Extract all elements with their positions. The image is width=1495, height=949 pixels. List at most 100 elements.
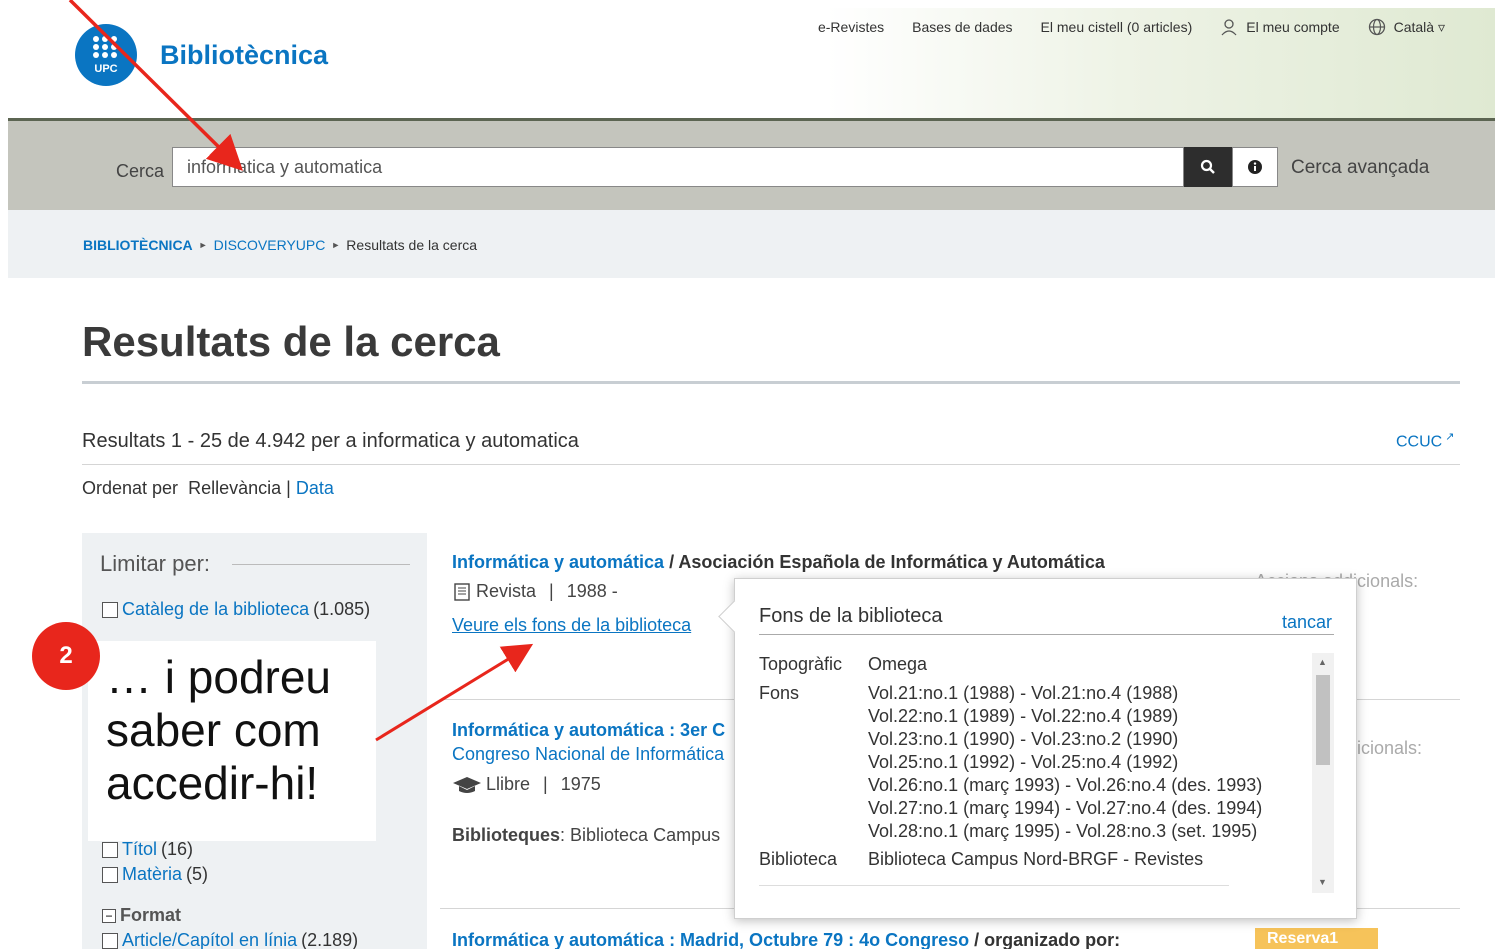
facet-count: (16) [161, 839, 194, 859]
breadcrumb-discovery[interactable]: DISCOVERYUPC [214, 237, 326, 253]
facet-checkbox[interactable] [102, 932, 118, 949]
holdings-value: Omega [868, 654, 928, 674]
nav-compte[interactable]: El meu compte [1220, 18, 1340, 36]
result-separator: | [549, 581, 554, 601]
result-title-3: Informática y automática : Madrid, Octub… [452, 930, 1120, 949]
upc-logo[interactable]: UPC [75, 24, 137, 86]
sort-relevance: Rellevància [188, 478, 282, 498]
ccuc-label: CCUC [1396, 433, 1443, 451]
language-label: Català ▿ [1393, 18, 1445, 35]
breadcrumb: BIBLIOTÈCNICA ► DISCOVERYUPC ► Resultats… [83, 237, 477, 253]
result-year: 1988 - [566, 581, 618, 601]
facet-label[interactable]: Títol [122, 839, 157, 860]
result-author: / Asociación Española de Informática y A… [664, 552, 1105, 572]
reserve-button[interactable]: Reserva1 [1255, 928, 1378, 949]
collapse-icon[interactable]: − [102, 908, 116, 923]
additional-actions-2: icionals: [1357, 738, 1423, 758]
result-title-link[interactable]: Informática y automática : Madrid, Octub… [452, 930, 969, 949]
popup-title: Fons de la biblioteca [759, 605, 943, 627]
info-button[interactable] [1232, 147, 1278, 187]
holdings-value: Biblioteca Campus Nord-BRGF - Revistes [868, 849, 1204, 869]
popup-close-link[interactable]: tancar [1282, 612, 1332, 633]
facet-label[interactable]: Matèria [122, 864, 182, 885]
search-label: Cerca [116, 161, 165, 181]
result-title-link[interactable]: Informática y automática : 3er C [452, 720, 725, 740]
holdings-label: Fons [759, 683, 800, 703]
scroll-down-icon[interactable]: ▼ [1318, 877, 1327, 887]
site-title[interactable]: Bibliotècnica [160, 40, 328, 71]
facet-group-format[interactable]: − Format [102, 905, 181, 926]
search-input[interactable] [172, 147, 1184, 187]
search-band: Cerca Cerca avançada [8, 118, 1495, 210]
page-title: Resultats de la cerca [82, 318, 500, 365]
top-navigation: e-Revistes Bases de dades El meu cistell… [818, 18, 1445, 36]
result-title-2: Informática y automática : 3er C [452, 720, 725, 741]
holdings-volume: Vol.21:no.1 (1988) - Vol.21:no.4 (1988) [868, 683, 1179, 703]
facet-checkbox[interactable] [102, 841, 118, 858]
facets-heading-rule [232, 564, 410, 565]
holdings-volume: Vol.23:no.1 (1990) - Vol.23:no.2 (1990) [868, 729, 1179, 749]
nav-bases-dades[interactable]: Bases de dades [912, 18, 1012, 36]
sort-separator: | [286, 478, 291, 498]
holdings-link[interactable]: Veure els fons de la biblioteca [452, 615, 691, 636]
breadcrumb-separator-icon: ► [198, 240, 208, 250]
summary-divider [82, 464, 1460, 465]
popup-scrollbar[interactable]: ▲ ▼ [1312, 653, 1334, 893]
facet-checkbox[interactable] [102, 866, 118, 883]
journal-icon [454, 582, 470, 601]
facet-materia[interactable]: Matèria (5) [102, 864, 208, 885]
facet-article[interactable]: Article/Capítol en línia (2.189) [102, 930, 358, 949]
graduation-cap-icon [453, 776, 481, 793]
sort-date-link[interactable]: Data [296, 478, 334, 498]
search-button[interactable] [1184, 147, 1232, 187]
holdings-row-fons: Fons Vol.21:no.1 (1988) - Vol.21:no.4 (1… [759, 682, 1312, 843]
sort-label: Ordenat per [82, 478, 179, 498]
scroll-up-icon[interactable]: ▲ [1318, 657, 1327, 667]
logo-text: UPC [94, 63, 118, 75]
title-divider [82, 381, 1460, 384]
nav-cistell[interactable]: El meu cistell (0 articles) [1041, 18, 1193, 36]
holdings-popup: Fons de la biblioteca tancar Topogràfic … [734, 578, 1357, 919]
result-title-link[interactable]: Informática y automática [452, 552, 664, 572]
search-icon [1200, 159, 1215, 174]
holdings-volume: Vol.28:no.1 (març 1995) - Vol.28:no.3 (s… [868, 821, 1258, 841]
facet-count: (1.085) [313, 599, 371, 619]
sort-line: Ordenat per Rellevància | Data [82, 478, 334, 499]
breadcrumb-home[interactable]: BIBLIOTÈCNICA [83, 237, 193, 253]
holdings-volume: Vol.22:no.1 (1989) - Vol.22:no.4 (1989) [868, 706, 1179, 726]
facet-checkbox[interactable] [102, 601, 118, 618]
facets-heading: Limitar per: [100, 551, 211, 576]
scrollbar-thumb[interactable] [1316, 675, 1330, 765]
holdings-values: Vol.21:no.1 (1988) - Vol.21:no.4 (1988) … [868, 682, 1312, 843]
facet-group-label: Format [120, 905, 182, 925]
nav-erevistes-label: e-Revistes [817, 19, 885, 35]
ccuc-link[interactable]: CCUC ↗ [1396, 430, 1455, 451]
language-selector[interactable]: Català ▿ [1368, 18, 1445, 36]
callout-line: saber com [106, 704, 321, 756]
holdings-row-topografic: Topogràfic Omega [759, 653, 1312, 676]
advanced-search-link[interactable]: Cerca avançada [1291, 157, 1429, 179]
popup-inner-divider [759, 885, 1229, 886]
libraries-label: Biblioteques [452, 825, 561, 845]
popup-body: Topogràfic Omega Fons Vol.21:no.1 (1988)… [759, 653, 1312, 889]
logo-dots-icon [93, 36, 119, 60]
popup-divider [759, 634, 1334, 635]
facet-label[interactable]: Article/Capítol en línia [122, 930, 297, 949]
facet-label[interactable]: Catàleg de la biblioteca [122, 599, 309, 620]
breadcrumb-separator-icon: ► [331, 240, 341, 250]
holdings-row-biblioteca: Biblioteca Biblioteca Campus Nord-BRGF -… [759, 848, 1312, 871]
external-link-icon: ↗ [1442, 431, 1455, 443]
result-subtitle[interactable]: Congreso Nacional de Informática [452, 744, 724, 765]
holdings-label: Topogràfic [759, 654, 843, 674]
result-meta-2: Llibre | 1975 [452, 774, 601, 795]
holdings-volume: Vol.26:no.1 (març 1993) - Vol.26:no.4 (d… [868, 775, 1263, 795]
globe-icon [1368, 18, 1385, 36]
result-author: / organizado por: [969, 930, 1121, 949]
facet-cataleg[interactable]: Catàleg de la biblioteca (1.085) [102, 599, 370, 620]
result-type: Llibre [486, 774, 531, 794]
annotation-callout: … i podreu saber com accedir-hi! [88, 641, 376, 841]
nav-cistell-label: El meu cistell (0 articles) [1040, 19, 1193, 35]
facet-titol[interactable]: Títol (16) [102, 839, 193, 860]
nav-compte-label: El meu compte [1246, 19, 1340, 35]
nav-erevistes[interactable]: e-Revistes [818, 18, 884, 36]
